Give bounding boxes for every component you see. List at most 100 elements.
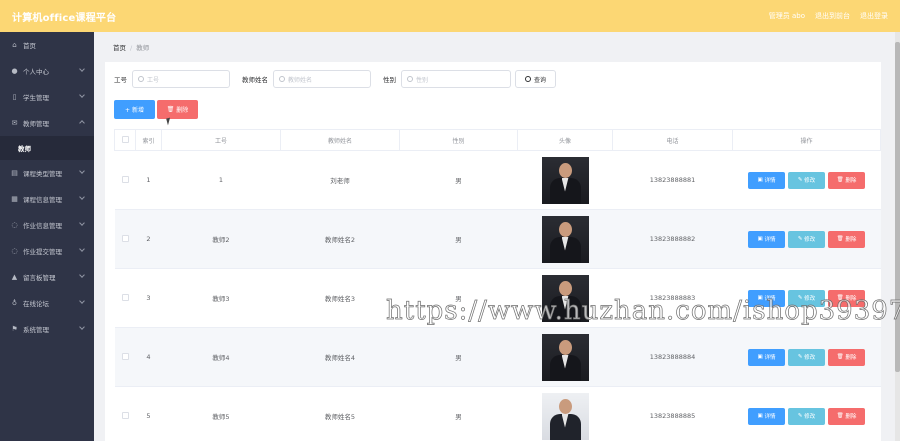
sidebar-item-forum[interactable]: ♁ 在线论坛 xyxy=(0,290,94,316)
query-button[interactable]: 查询 xyxy=(515,70,557,88)
sidebar-item-message-board[interactable]: ▲ 留言板管理 xyxy=(0,264,94,290)
cell-index: 2 xyxy=(135,209,162,269)
batch-delete-button[interactable]: 🗑 删除 xyxy=(157,100,198,119)
sidebar-item-course-types[interactable]: ▤ 课程类型管理 xyxy=(0,160,94,186)
action-bar: + 新增 🗑 删除 xyxy=(114,100,198,119)
flag-icon: ⚑ xyxy=(11,325,18,333)
exit-frontend-link[interactable]: 退出到前台 xyxy=(815,11,850,21)
breadcrumb-current: 教师 xyxy=(136,44,150,52)
search-icon xyxy=(138,76,144,82)
sidebar-item-homework-submit[interactable]: ◌ 作业提交管理 xyxy=(0,238,94,264)
search-icon xyxy=(279,76,285,82)
sidebar-item-label: 教师管理 xyxy=(23,120,49,128)
column-header: 操作 xyxy=(732,129,881,151)
breadcrumb-home[interactable]: 首页 xyxy=(113,44,126,52)
chevron-down-icon xyxy=(79,246,85,252)
edit-button[interactable]: ✎ 修改 xyxy=(788,348,825,366)
sidebar-item-teachers[interactable]: ✉ 教师管理 xyxy=(0,110,94,136)
sidebar-item-students[interactable]: ▯ 学生管理 xyxy=(0,84,94,110)
row-checkbox[interactable] xyxy=(114,209,136,269)
chevron-down-icon xyxy=(79,92,85,98)
cell-avatar xyxy=(517,209,613,269)
cell-name: 教师姓名4 xyxy=(280,327,400,387)
cell-index: 4 xyxy=(135,327,162,387)
delete-button[interactable]: 🗑 删除 xyxy=(828,230,865,248)
chevron-down-icon xyxy=(79,168,85,174)
id-search-input[interactable]: 工号 xyxy=(132,70,230,88)
row-checkbox[interactable] xyxy=(114,327,136,387)
column-header: 教师姓名 xyxy=(280,129,400,151)
table-row: 4 教师4 教师姓名4 男 13823888884 ▣ 详情 ✎ 修改 🗑 删除 xyxy=(114,327,881,387)
cell-name: 刘老师 xyxy=(280,150,400,210)
cell-avatar xyxy=(517,327,613,387)
delete-button[interactable]: 🗑 删除 xyxy=(828,348,865,366)
cell-phone: 13823888885 xyxy=(612,386,733,441)
sidebar-item-homework-info[interactable]: ◌ 作业信息管理 xyxy=(0,212,94,238)
sidebar-subitem-teacher[interactable]: 教师 xyxy=(0,136,94,160)
add-button[interactable]: + 新增 xyxy=(114,100,155,119)
row-checkbox[interactable] xyxy=(114,386,136,441)
sidebar-item-label: 个人中心 xyxy=(23,68,49,76)
cell-phone: 13823888884 xyxy=(612,327,733,387)
logout-link[interactable]: 退出登录 xyxy=(860,11,888,21)
cell-ops: ▣ 详情 ✎ 修改 🗑 删除 xyxy=(732,327,881,387)
edit-button[interactable]: ✎ 修改 xyxy=(788,230,825,248)
table-row: 1 1 刘老师 男 13823888881 ▣ 详情 ✎ 修改 🗑 删除 xyxy=(114,150,881,210)
cell-name: 教师姓名3 xyxy=(280,268,400,328)
message-icon: ▲ xyxy=(11,273,18,281)
sidebar-item-label: 课程信息管理 xyxy=(23,196,62,204)
chevron-down-icon xyxy=(79,66,85,72)
avatar xyxy=(541,215,589,263)
sidebar-item-system[interactable]: ⚑ 系统管理 xyxy=(0,316,94,342)
breadcrumb-separator: / xyxy=(130,44,133,52)
name-label: 教师姓名 xyxy=(242,76,268,84)
chart-icon: ▤ xyxy=(11,169,18,177)
home-icon: ⌂ xyxy=(12,41,17,49)
sidebar-item-label: 系统管理 xyxy=(23,326,49,334)
edit-button[interactable]: ✎ 修改 xyxy=(788,289,825,307)
delete-button[interactable]: 🗑 删除 xyxy=(828,289,865,307)
row-checkbox[interactable] xyxy=(114,268,136,328)
detail-button[interactable]: ▣ 详情 xyxy=(748,348,785,366)
sidebar: ⌂ 首页 ● 个人中心 ▯ 学生管理 ✉ 教师管理 教师 ▤ 课程类型管理 ▦ 课程信息管理… xyxy=(0,32,94,441)
detail-button[interactable]: ▣ 详情 xyxy=(748,407,785,425)
detail-button[interactable]: ▣ 详情 xyxy=(748,230,785,248)
sidebar-item-label: 在线论坛 xyxy=(23,300,49,308)
cell-index: 3 xyxy=(135,268,162,328)
table-row: 2 教师2 教师姓名2 男 13823888882 ▣ 详情 ✎ 修改 🗑 删除 xyxy=(114,209,881,269)
detail-button[interactable]: ▣ 详情 xyxy=(748,289,785,307)
chevron-up-icon xyxy=(79,120,85,126)
delete-button[interactable]: 🗑 删除 xyxy=(828,407,865,425)
cell-phone: 13823888883 xyxy=(612,268,733,328)
chevron-down-icon xyxy=(79,298,85,304)
admin-label: 管理员 abo xyxy=(768,12,805,20)
cell-name: 教师姓名5 xyxy=(280,386,400,441)
sidebar-item-label: 学生管理 xyxy=(23,94,49,102)
sidebar-item-course-info[interactable]: ▦ 课程信息管理 xyxy=(0,186,94,212)
sidebar-item-label: 留言板管理 xyxy=(23,274,56,282)
name-search-input[interactable]: 教师姓名 xyxy=(273,70,371,88)
sidebar-item-label: 首页 xyxy=(23,42,36,50)
table-row: 3 教师3 教师姓名3 男 13823888883 ▣ 详情 ✎ 修改 🗑 删除 xyxy=(114,268,881,328)
edit-button[interactable]: ✎ 修改 xyxy=(788,407,825,425)
edit-button[interactable]: ✎ 修改 xyxy=(788,171,825,189)
select-all-checkbox[interactable] xyxy=(114,129,136,151)
sidebar-item-profile[interactable]: ● 个人中心 xyxy=(0,58,94,84)
avatar xyxy=(541,274,589,322)
cell-id: 1 xyxy=(161,150,281,210)
detail-button[interactable]: ▣ 详情 xyxy=(748,171,785,189)
sidebar-item-label: 作业信息管理 xyxy=(23,222,62,230)
sidebar-item-home[interactable]: ⌂ 首页 xyxy=(0,32,94,58)
cell-phone: 13823888882 xyxy=(612,209,733,269)
cell-index: 1 xyxy=(135,150,162,210)
gender-search-input[interactable]: 性别 xyxy=(401,70,511,88)
scrollbar-thumb[interactable] xyxy=(895,42,900,372)
id-label: 工号 xyxy=(114,76,127,84)
avatar xyxy=(541,392,589,440)
cell-gender: 男 xyxy=(399,150,518,210)
avatar xyxy=(541,333,589,381)
info-icon: ◌ xyxy=(11,221,18,229)
vertical-scrollbar[interactable] xyxy=(895,32,900,441)
delete-button[interactable]: 🗑 删除 xyxy=(828,171,865,189)
row-checkbox[interactable] xyxy=(114,150,136,210)
